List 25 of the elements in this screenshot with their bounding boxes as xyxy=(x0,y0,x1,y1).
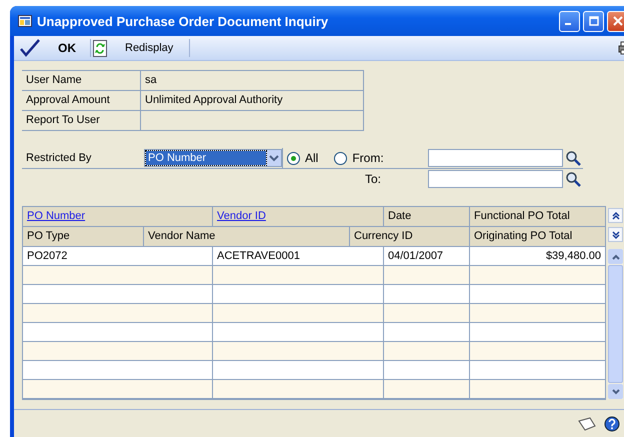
column-header[interactable]: PO Number xyxy=(23,207,213,226)
restrict-dropdown[interactable]: PO Number xyxy=(144,149,282,167)
field-label: To: xyxy=(364,172,381,186)
column-header[interactable]: Originating PO Total xyxy=(470,227,605,246)
field-value: sa xyxy=(140,71,364,90)
field-label: User Name xyxy=(25,73,83,88)
radio-button[interactable]: All xyxy=(287,151,318,165)
column-header[interactable]: Vendor Name xyxy=(144,227,350,246)
table-cell: 04/01/2007 xyxy=(384,247,470,265)
column-header[interactable]: Functional PO Total xyxy=(470,207,605,226)
field-label: Restricted By xyxy=(25,152,92,164)
redisplay-button[interactable]: Redisplay xyxy=(91,37,190,59)
table-cell: ACETRAVE0001 xyxy=(213,247,384,265)
field-value: Unlimited Approval Authority xyxy=(140,91,364,110)
column-header[interactable]: Date xyxy=(384,207,470,226)
column-header[interactable]: Currency ID xyxy=(350,227,470,246)
table-cell: PO2072 xyxy=(23,247,213,265)
ok-button[interactable]: OK xyxy=(18,37,90,59)
field-label: Report To User xyxy=(25,113,101,128)
radio-button[interactable]: From: xyxy=(334,151,384,165)
window-title: Unapproved Purchase Order Document Inquiry xyxy=(37,14,328,28)
column-header[interactable]: PO Type xyxy=(23,227,144,246)
column-header[interactable]: Vendor ID xyxy=(213,207,384,226)
table-cell-text: $39,480.00 xyxy=(544,249,602,264)
field-label: Approval Amount xyxy=(25,93,111,108)
